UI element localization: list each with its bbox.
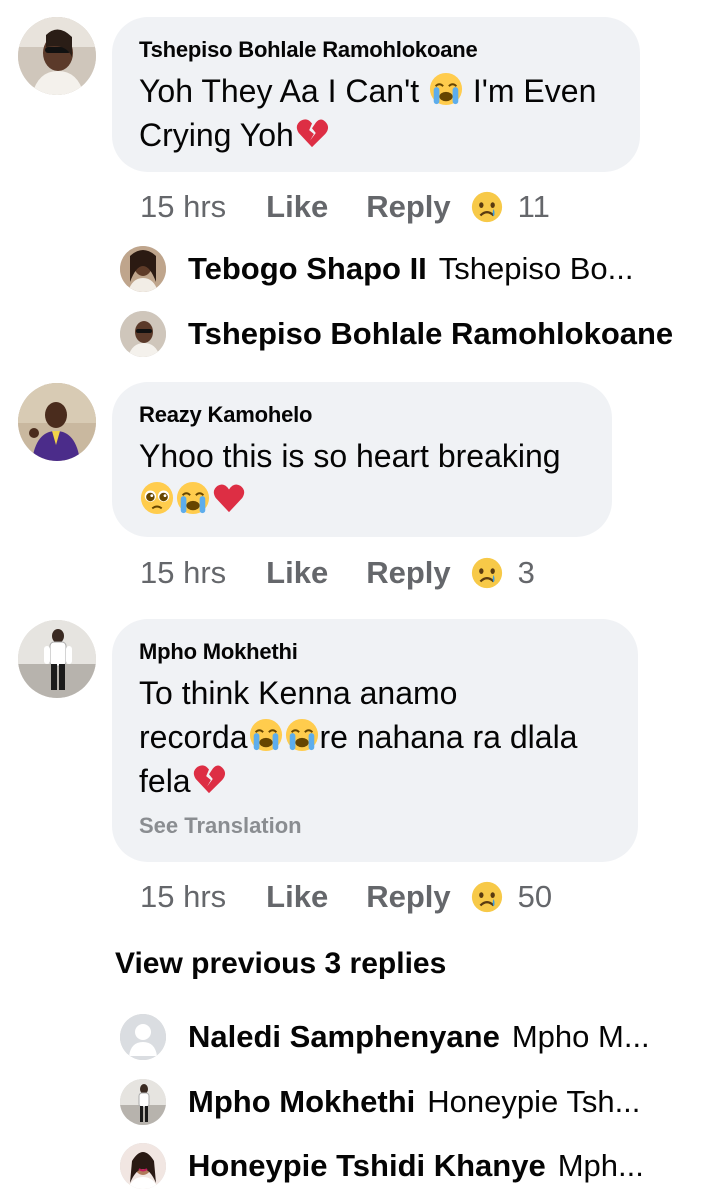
comment-text-part: recorda: [139, 719, 248, 755]
reply-author: Tebogo Shapo II: [188, 251, 427, 286]
profile-photo: [18, 17, 96, 95]
reply-snippet: Honeypie Tsh...: [427, 1084, 641, 1119]
profile-photo: [18, 620, 96, 698]
sad-face-icon[interactable]: [470, 880, 504, 914]
reaction-count[interactable]: 3: [518, 555, 535, 591]
comment-text-part: re nahana ra dlala: [319, 719, 578, 755]
comment-actions: 15 hrs Like Reply 3: [140, 553, 535, 593]
comment-text: Yoh They Aa I Can't I'm Even Crying Yoh: [139, 69, 612, 157]
comment-timestamp[interactable]: 15 hrs: [140, 879, 226, 915]
comment-timestamp[interactable]: 15 hrs: [140, 555, 226, 591]
reply-author: Tshepiso Bohlale Ramohlokoane: [188, 316, 674, 351]
reply-snippet: Mph...: [557, 1148, 644, 1183]
comment-actions: 15 hrs Like Reply 11: [140, 187, 550, 227]
sad-face-icon[interactable]: [470, 556, 504, 590]
comment-text-part: fela: [139, 763, 191, 799]
loudly-crying-face-emoji-icon: [176, 481, 210, 515]
reaction-count[interactable]: 50: [518, 879, 552, 915]
reply-preview[interactable]: Tshepiso Bohlale Ramohlokoane: [120, 310, 685, 358]
comment-author[interactable]: Reazy Kamohelo: [139, 402, 584, 428]
reply-button[interactable]: Reply: [366, 555, 450, 591]
like-button[interactable]: Like: [266, 879, 328, 915]
reply-author: Naledi Samphenyane: [188, 1019, 500, 1054]
broken-heart-emoji-icon: [192, 762, 226, 796]
comment-text-part: Crying Yoh: [139, 117, 294, 153]
comment-text-part: Yoh They Aa I Can't: [139, 73, 420, 109]
avatar[interactable]: [18, 17, 96, 95]
loudly-crying-face-emoji-icon: [429, 72, 463, 106]
reply-snippet: Mpho M...: [511, 1019, 650, 1054]
red-heart-emoji-icon: [212, 481, 246, 515]
like-button[interactable]: Like: [266, 189, 328, 225]
profile-photo: [18, 383, 96, 461]
avatar: [120, 1143, 166, 1189]
view-previous-replies-link[interactable]: View previous 3 replies: [115, 947, 446, 981]
comment-text-part: I'm Even: [472, 73, 597, 109]
comment-text-part: Yhoo this is so heart breaking: [139, 438, 561, 474]
loudly-crying-face-emoji-icon: [285, 718, 319, 752]
avatar: [120, 246, 166, 292]
avatar: [120, 311, 166, 357]
pleading-face-emoji-icon: [140, 481, 174, 515]
avatar: [120, 1079, 166, 1125]
comments-thread: Tshepiso Bohlale Ramohlokoane Yoh They A…: [0, 0, 720, 1200]
comment-text: Yhoo this is so heart breaking: [139, 434, 584, 522]
reply-button[interactable]: Reply: [366, 189, 450, 225]
default-avatar-icon: [120, 1014, 166, 1060]
like-button[interactable]: Like: [266, 555, 328, 591]
comment-timestamp[interactable]: 15 hrs: [140, 189, 226, 225]
comment-author[interactable]: Mpho Mokhethi: [139, 639, 610, 665]
reply-preview[interactable]: Mpho Mokhethi Honeypie Tsh...: [120, 1078, 640, 1126]
reply-preview[interactable]: Tebogo Shapo II Tshepiso Bo...: [120, 245, 634, 293]
comment-actions: 15 hrs Like Reply 50: [140, 877, 552, 917]
avatar[interactable]: [18, 383, 96, 461]
avatar[interactable]: [18, 620, 96, 698]
reply-preview[interactable]: Naledi Samphenyane Mpho M...: [120, 1013, 650, 1061]
reply-button[interactable]: Reply: [366, 879, 450, 915]
comment-text: To think Kenna anamo recorda re nahana r…: [139, 671, 610, 803]
see-translation-link[interactable]: See Translation: [139, 813, 610, 839]
comment-author[interactable]: Tshepiso Bohlale Ramohlokoane: [139, 37, 612, 63]
reply-author: Honeypie Tshidi Khanye: [188, 1148, 546, 1183]
comment-bubble: Reazy Kamohelo Yhoo this is so heart bre…: [112, 382, 612, 537]
comment-text-part: To think Kenna anamo: [139, 675, 458, 711]
comment-bubble: Tshepiso Bohlale Ramohlokoane Yoh They A…: [112, 17, 640, 172]
reaction-count[interactable]: 11: [518, 189, 550, 225]
broken-heart-emoji-icon: [295, 116, 329, 150]
loudly-crying-face-emoji-icon: [249, 718, 283, 752]
reply-preview[interactable]: Honeypie Tshidi Khanye Mph...: [120, 1142, 644, 1190]
reply-snippet: Tshepiso Bo...: [438, 251, 634, 286]
sad-face-icon[interactable]: [470, 190, 504, 224]
reply-author: Mpho Mokhethi: [188, 1084, 416, 1119]
comment-bubble: Mpho Mokhethi To think Kenna anamo recor…: [112, 619, 638, 862]
